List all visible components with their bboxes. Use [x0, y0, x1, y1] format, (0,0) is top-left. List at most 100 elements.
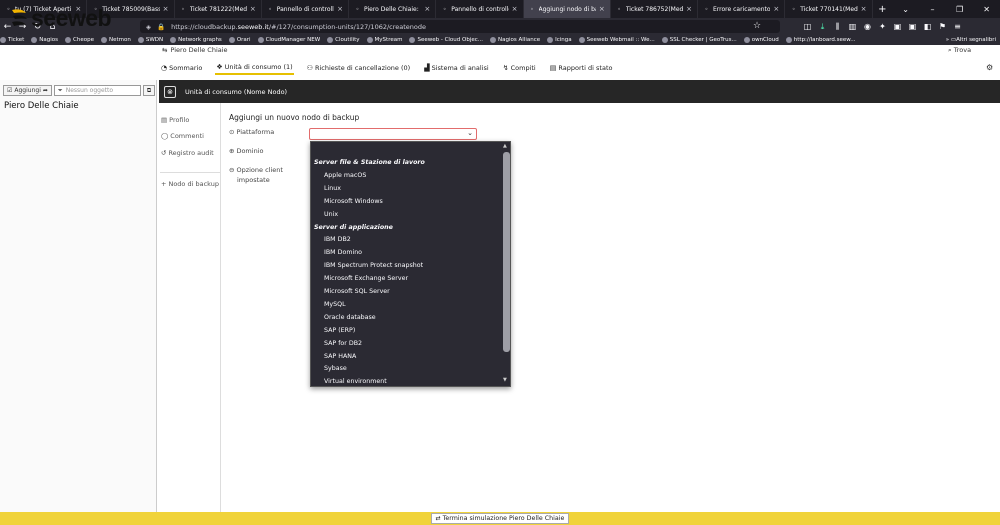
browser-tab[interactable]: ◦Pannello di controllo - C×: [436, 0, 524, 18]
dropdown-option[interactable]: SAP HANA: [324, 353, 356, 360]
other-bookmarks[interactable]: » ▭ Altri segnalibri: [946, 35, 996, 45]
extension-icon[interactable]: ⚑: [935, 22, 950, 31]
browser-tab-label: Ticket 781222(Media): [189, 5, 247, 13]
seeweb-logo[interactable]: seeweb: [10, 5, 112, 31]
bookmark-item[interactable]: MyStream: [366, 37, 402, 43]
download-icon[interactable]: ⤓: [815, 22, 830, 32]
main-tab[interactable]: ↯ Compiti: [502, 61, 537, 75]
platform-select[interactable]: ⌄: [309, 128, 477, 140]
browser-tab[interactable]: ◦ Piero Delle Chiaie: Re×: [349, 0, 437, 18]
bookmark-item[interactable]: Network graphs: [170, 37, 222, 43]
end-simulation-button[interactable]: ⇄ Termina simulazione Piero Delle Chiaie: [430, 513, 570, 524]
browser-tab[interactable]: ◦ Ticket 770141(Media)×: [785, 0, 873, 18]
bookmark-item[interactable]: Nagios: [31, 37, 58, 43]
dropdown-option[interactable]: Microsoft SQL Server: [324, 288, 390, 295]
new-tab-icon[interactable]: +: [873, 0, 893, 18]
dropdown-option[interactable]: IBM Spectrum Protect snapshot: [324, 262, 423, 269]
browser-tab[interactable]: ◦Ticket 786752(Media)×: [611, 0, 698, 18]
dropdown-option[interactable]: MySQL: [324, 301, 346, 308]
bookmark-label: Network graphs: [178, 37, 222, 43]
subnav-audit[interactable]: ↺ Registro audit: [161, 149, 214, 157]
dropdown-option[interactable]: SAP for DB2: [324, 340, 362, 347]
main-tab[interactable]: ◔ Sommario: [160, 61, 203, 75]
close-icon[interactable]: ×: [861, 5, 867, 13]
dropdown-option[interactable]: Microsoft Exchange Server: [324, 275, 408, 282]
close-icon[interactable]: ×: [512, 5, 518, 13]
account-icon[interactable]: ◉: [860, 22, 875, 31]
dropdown-scroll-thumb[interactable]: [503, 152, 510, 352]
bookmark-item[interactable]: Orari: [228, 37, 251, 43]
bookmark-item[interactable]: Icinga: [547, 37, 572, 43]
close-icon[interactable]: ×: [424, 5, 430, 13]
dropdown-option[interactable]: Virtual environment: [324, 378, 387, 385]
add-button[interactable]: ☑ Aggiungi ➦: [3, 85, 52, 96]
close-icon[interactable]: ×: [773, 5, 779, 13]
dropdown-option[interactable]: IBM Domino: [324, 249, 362, 256]
main-tab[interactable]: ❖ Unità di consumo (1): [215, 61, 294, 75]
bookmark-favicon-icon: [785, 37, 792, 43]
url-bar[interactable]: ◈ 🔒 https://cloudbackup. seeweb.it/#/127/…: [140, 20, 780, 33]
browser-tab[interactable]: ◦ Errore caricamento p ×: [698, 0, 786, 18]
subnav-backup-node[interactable]: + Nodo di backup: [161, 180, 219, 188]
close-icon[interactable]: ⊗: [164, 85, 176, 98]
chevron-down-icon[interactable]: ⌄: [892, 5, 919, 14]
bookmark-item[interactable]: Netmon: [100, 37, 131, 43]
bookmark-item[interactable]: Cloutility: [327, 37, 360, 43]
pocket-icon[interactable]: ◫: [800, 22, 815, 31]
search-link[interactable]: ⌕ Trova: [948, 46, 971, 55]
browser-tab[interactable]: ◦Pannello di controllo - C×: [262, 0, 349, 18]
dropdown-option[interactable]: Linux: [324, 185, 341, 192]
dropdown-option[interactable]: Microsoft Windows: [324, 198, 383, 205]
bookmark-item[interactable]: http://lanboard.seew...: [785, 37, 856, 43]
filter-input[interactable]: ⏷ Nessun oggetto: [53, 85, 141, 96]
scroll-down-icon[interactable]: ▼: [503, 377, 507, 383]
extension-icon[interactable]: ▣: [890, 22, 905, 31]
dropdown-option[interactable]: Apple macOS: [324, 172, 366, 179]
bookmark-item[interactable]: Cheope: [65, 37, 94, 43]
browser-tab[interactable]: ◦ Ticket 781222(Media)×: [175, 0, 262, 18]
library-icon[interactable]: ⫼: [830, 22, 845, 32]
subnav-comments[interactable]: ◯ Commenti: [161, 132, 204, 140]
gear-icon[interactable]: ⚙: [986, 63, 993, 72]
shield-icon: ◈: [146, 22, 151, 31]
dropdown-empty-option[interactable]: [311, 142, 502, 156]
menu-icon[interactable]: ≡: [950, 22, 965, 31]
browser-tab[interactable]: ◦ Aggiungi nodo di ba ×: [523, 0, 611, 18]
maximize-icon[interactable]: ❐: [946, 5, 973, 14]
bookmark-item[interactable]: Seeweb Webmail :: We...: [578, 37, 655, 43]
bookmark-item[interactable]: SSL Checker | GeoTrus...: [661, 37, 737, 43]
current-user[interactable]: ⇆ Piero Delle Chiaie: [162, 46, 228, 54]
extension-icon[interactable]: ▣: [905, 22, 920, 31]
tree-icon[interactable]: ⧉: [143, 85, 155, 96]
star-icon[interactable]: ☆: [753, 21, 761, 31]
main-tab[interactable]: ▟ Sistema di analisi: [423, 61, 490, 75]
dropdown-option[interactable]: SAP (ERP): [324, 327, 355, 334]
sidebar-item-user[interactable]: Piero Delle Chiaie: [4, 101, 79, 111]
browser-tab-bar: ◦tu (7) Ticket Aperti piero×◦Ticket 7850…: [0, 0, 1000, 18]
dropdown-option[interactable]: Oracle database: [324, 314, 376, 321]
close-icon[interactable]: ×: [163, 5, 169, 13]
close-icon[interactable]: ✕: [973, 5, 1000, 14]
sidebar-icon[interactable]: ▥: [845, 22, 860, 31]
extension-icon[interactable]: ◧: [920, 22, 935, 31]
dropdown-option[interactable]: IBM DB2: [324, 236, 351, 243]
main-tab[interactable]: ⚇ Richieste di cancellazione (0): [306, 61, 412, 75]
bookmark-item[interactable]: Nagios Alliance: [490, 37, 540, 43]
dropdown-option[interactable]: Unix: [324, 211, 338, 218]
bookmark-item[interactable]: SWDN: [137, 37, 163, 43]
close-icon[interactable]: ×: [686, 5, 692, 13]
dropdown-option[interactable]: Sybase: [324, 365, 347, 372]
subnav-profile[interactable]: ▤ Profilo: [161, 116, 189, 124]
bookmark-item[interactable]: CloudManager NEW: [257, 37, 320, 43]
bookmark-item[interactable]: Ticket: [0, 37, 24, 43]
minimize-icon[interactable]: –: [919, 5, 946, 14]
bookmark-item[interactable]: Seeweb - Cloud Objec...: [409, 37, 483, 43]
close-icon[interactable]: ×: [599, 5, 605, 13]
close-icon[interactable]: ×: [250, 5, 256, 13]
bookmark-label: Seeweb - Cloud Objec...: [417, 37, 484, 43]
scroll-up-icon[interactable]: ▲: [503, 143, 507, 149]
main-tab[interactable]: ▤ Rapporti di stato: [549, 61, 614, 75]
bookmark-item[interactable]: ownCloud: [743, 37, 779, 43]
close-icon[interactable]: ×: [337, 5, 343, 13]
extension-icon[interactable]: ✦: [875, 22, 890, 31]
